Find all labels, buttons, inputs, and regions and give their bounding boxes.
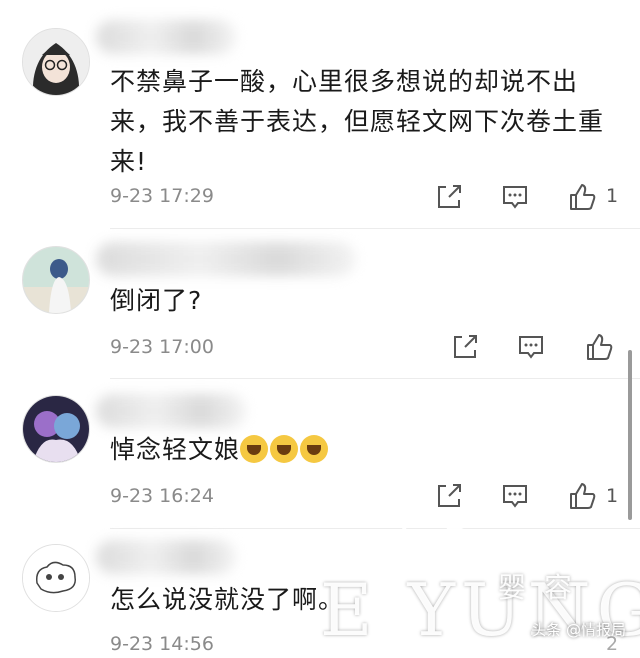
avatar[interactable]: [22, 395, 90, 463]
avatar[interactable]: [22, 246, 90, 314]
username-blurred: [96, 242, 356, 276]
like-count: 1: [606, 185, 619, 207]
crying-emoji-icon: [240, 435, 269, 463]
share-icon[interactable]: [450, 332, 480, 362]
share-icon[interactable]: [434, 182, 464, 212]
source-label: 头条 @情报局: [531, 621, 626, 639]
thumbs-up-icon[interactable]: [584, 332, 614, 362]
comment-item: 悼念轻文娘 9-23 16:24 1: [0, 378, 640, 528]
comment-item: 不禁鼻子一酸，心里很多想说的却说不出来，我不善于表达，但愿轻文网下次卷土重来! …: [0, 0, 640, 228]
comment-icon[interactable]: [500, 481, 530, 511]
avatar[interactable]: [22, 28, 90, 96]
comment-time: 9-23 17:00: [110, 336, 214, 358]
comment-icon[interactable]: [500, 182, 530, 212]
comment-time: 9-23 17:29: [110, 185, 214, 207]
comment-time: 9-23 16:24: [110, 485, 214, 507]
comment-time: 9-23 14:56: [110, 633, 214, 655]
comment-text-content: 悼念轻文娘: [110, 435, 241, 464]
comment-text: 悼念轻文娘: [110, 430, 610, 470]
username-blurred: [96, 540, 236, 574]
scrollbar[interactable]: [628, 350, 632, 520]
comment-item: 倒闭了? 9-23 17:00: [0, 228, 640, 378]
watermark-chinese: 婴容: [498, 571, 591, 604]
comment-text: 不禁鼻子一酸，心里很多想说的却说不出来，我不善于表达，但愿轻文网下次卷土重来!: [110, 67, 605, 176]
thumbs-up-icon[interactable]: [567, 182, 597, 212]
avatar[interactable]: [22, 544, 90, 612]
comment-text: 倒闭了?: [110, 286, 203, 315]
crying-emoji-icon: [270, 435, 299, 463]
like-count: 1: [606, 485, 619, 507]
crying-emoji-icon: [300, 435, 329, 463]
username-blurred: [96, 394, 246, 428]
thumbs-up-icon[interactable]: [567, 481, 597, 511]
comment-icon[interactable]: [516, 332, 546, 362]
username-blurred: [96, 20, 236, 54]
